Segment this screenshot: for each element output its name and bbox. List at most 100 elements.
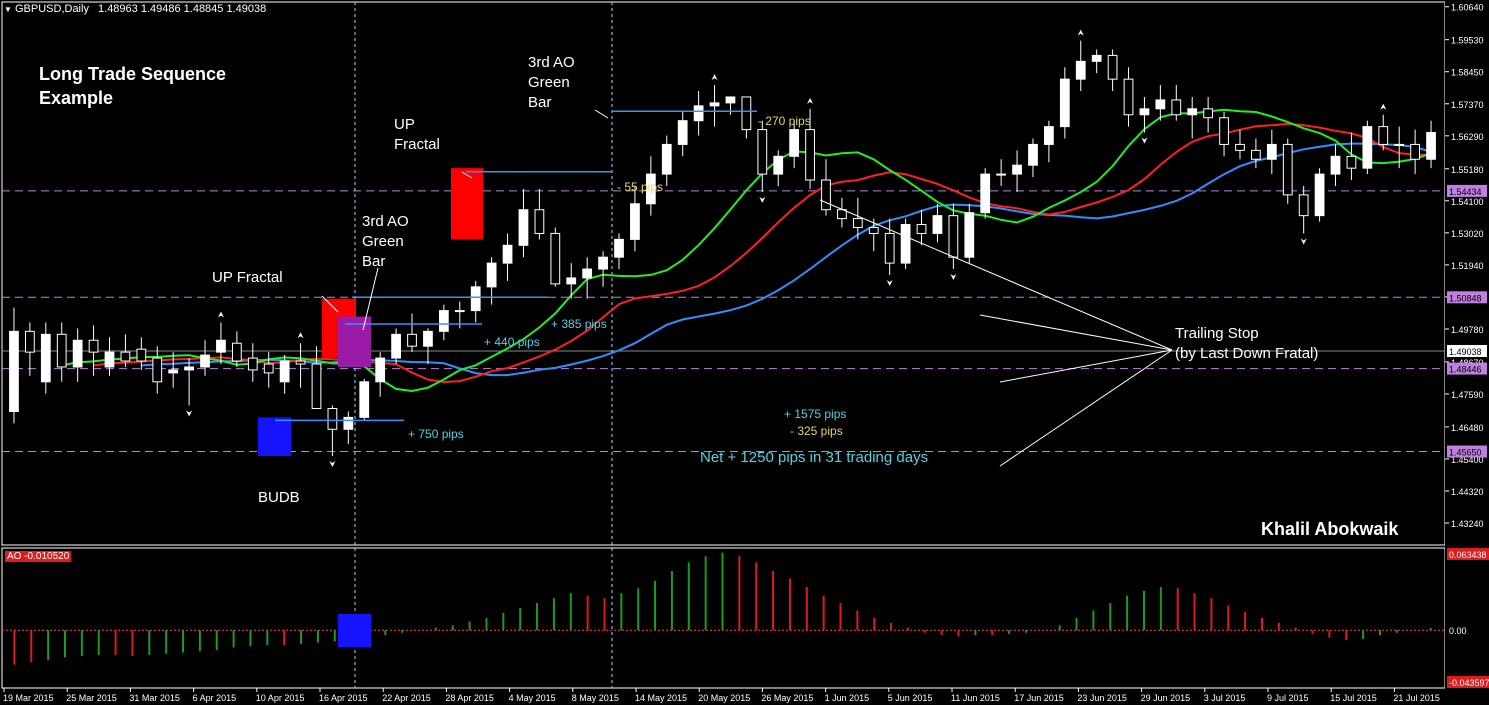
ao-green-2-line-2: Green (528, 74, 570, 91)
ao-highlight-box (338, 614, 371, 647)
candle-body (1330, 155, 1341, 175)
budb-box (258, 417, 291, 456)
candle-body (25, 330, 35, 353)
candle-body (741, 96, 752, 131)
candle-body (1426, 132, 1436, 160)
loss-total-label: - 325 pips (790, 424, 843, 438)
candle-body (534, 209, 545, 234)
date-tick-label: 1 Jun 2015 (825, 693, 870, 703)
date-tick-label: 26 May 2015 (761, 693, 813, 703)
date-tick-label: 11 Jun 2015 (951, 693, 1000, 703)
candle-body (996, 173, 1007, 176)
level-price-tag-text: 1.45650 (1449, 448, 1482, 458)
price-tick-label: 1.60640 (1451, 3, 1484, 13)
candle-body (932, 215, 943, 234)
ao-indicator-label[interactable]: AO -0.010520 (5, 551, 72, 562)
date-tick-label: 3 Jul 2015 (1204, 693, 1246, 703)
ao-green-1-label: 3rd AO Green Bar (362, 212, 409, 272)
candle-body (279, 360, 290, 383)
date-tick-label: 14 May 2015 (635, 693, 687, 703)
price-tick-label: 1.54100 (1451, 197, 1484, 207)
candle-body (1155, 99, 1166, 110)
gain-total-label: + 1575 pips (784, 407, 847, 421)
candle-body (359, 381, 370, 418)
price-tick-label: 1.57370 (1451, 100, 1484, 110)
candle-body (709, 102, 720, 107)
date-tick-label: 20 May 2015 (698, 693, 750, 703)
candle (1314, 168, 1325, 222)
date-tick-label: 6 Apr 2015 (193, 693, 237, 703)
candle-body (391, 333, 401, 359)
candle-body (343, 416, 354, 430)
candle-body (948, 215, 959, 258)
candle-body (168, 369, 179, 374)
candle-body (454, 310, 465, 313)
trade-label-750: + 750 pips (408, 427, 464, 441)
title-annotation: Long Trade Sequence Example (39, 62, 226, 110)
date-tick-label: 5 Jun 2015 (888, 693, 933, 703)
candle-body (566, 277, 577, 285)
candle-body (104, 351, 115, 368)
current-price-tag-text: 1.49038 (1449, 347, 1482, 357)
candle (1282, 138, 1293, 204)
candle-body (152, 357, 163, 383)
trade-label-440: + 440 pips (484, 335, 540, 349)
candle-body (72, 339, 83, 368)
candle-body (231, 342, 242, 362)
candle (980, 168, 991, 219)
candle-body (486, 262, 497, 288)
candle-body (375, 357, 386, 383)
price-tick-label: 1.44320 (1451, 487, 1484, 497)
ao-green-1-line-1: 3rd AO (362, 213, 409, 230)
candle-body (136, 348, 147, 362)
candle-body (216, 339, 226, 353)
title-line-2: Example (39, 88, 114, 108)
ao-axis-label: -0.043597 (1449, 678, 1489, 688)
header-dropdown-icon[interactable]: ▼ (4, 5, 12, 14)
candle-body (757, 129, 768, 175)
candle-body (1282, 143, 1293, 196)
budb-label: BUDB (258, 489, 300, 506)
price-tick-label: 1.47590 (1451, 390, 1484, 400)
trade-label-750-text: + 750 pips (408, 427, 464, 441)
net-result-label: Net + 1250 pips in 31 trading days (700, 449, 929, 466)
candle-body (327, 408, 338, 430)
price-tick-label: 1.51940 (1451, 261, 1484, 271)
candle-body (1219, 117, 1229, 145)
ao-axis-label: 0.063438 (1449, 550, 1487, 560)
candle-body (598, 256, 608, 270)
candle-body (884, 232, 895, 264)
candle-body (502, 244, 513, 264)
candle-body (1235, 143, 1245, 151)
candle-body (1107, 54, 1118, 80)
title-line-1: Long Trade Sequence (39, 64, 227, 84)
up-fractal-2-box (451, 168, 483, 240)
date-tick-label: 29 Jun 2015 (1141, 693, 1191, 703)
candle-body (693, 105, 704, 122)
symbol-label: GBPUSD,Daily (14, 3, 89, 15)
ao-green-2-line-3: Bar (528, 94, 552, 111)
date-tick-label: 21 Jul 2015 (1393, 693, 1440, 703)
trade-label-55-text: - 55 pips (617, 180, 664, 194)
candle-body (1075, 60, 1086, 80)
trade-label-270-text: - 270 pips (758, 114, 811, 128)
candle-body (852, 218, 863, 229)
date-tick-label: 17 Jun 2015 (1014, 693, 1064, 703)
candle-body (582, 268, 593, 279)
candle (1362, 120, 1373, 175)
candle-body (1028, 143, 1038, 166)
candle-body (470, 286, 481, 312)
date-tick-label: 22 Apr 2015 (382, 693, 431, 703)
level-price-tag-text: 1.54434 (1449, 187, 1482, 197)
up-fractal-2-line-1: UP (394, 116, 415, 133)
ao-axis-label: 0.00 (1449, 626, 1467, 636)
candle-body (311, 363, 322, 410)
candle-body (661, 143, 672, 175)
date-tick-label: 4 May 2015 (509, 693, 556, 703)
candle-body (1187, 108, 1198, 116)
chart-header: ▼ GBPUSD,Daily 1.48963 1.49486 1.48845 1… (4, 3, 266, 15)
candle-body (916, 224, 927, 234)
candle-body (88, 339, 99, 353)
price-axis: 1.60640 1.59530 1.58450 1.57370 1.56290 1.551… (1445, 0, 1489, 705)
price-tick-label: 1.53020 (1451, 229, 1484, 239)
